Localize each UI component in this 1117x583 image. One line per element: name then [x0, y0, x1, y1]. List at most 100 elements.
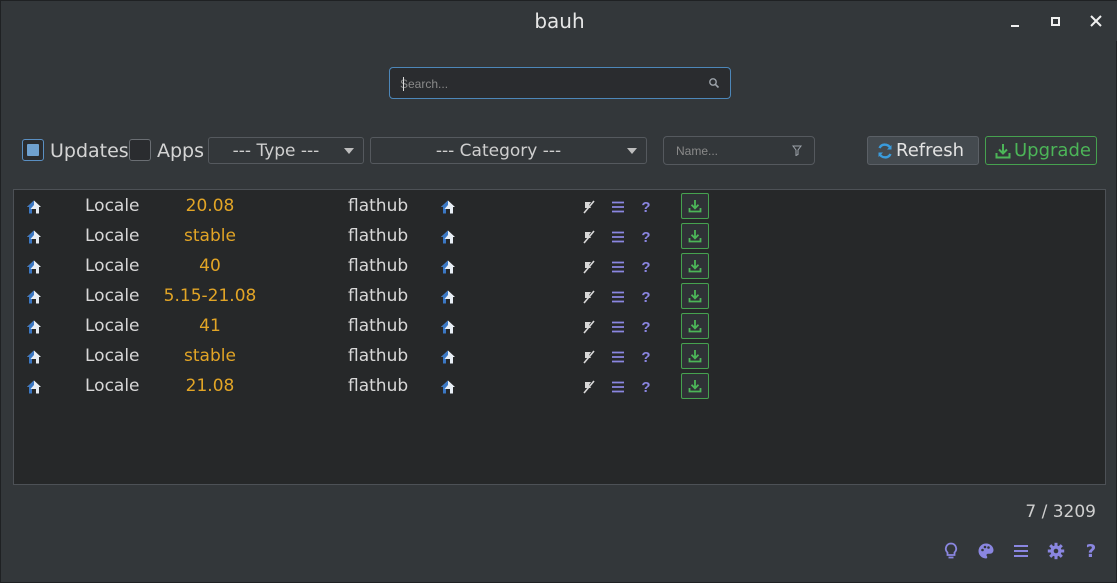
package-version[interactable]: stable: [154, 226, 266, 246]
refresh-icon: [878, 142, 892, 159]
package-version[interactable]: 40: [154, 256, 266, 276]
menu-icon: [612, 381, 624, 393]
name-filter-box[interactable]: [663, 136, 815, 165]
package-info-button[interactable]: [609, 348, 627, 366]
package-info-button[interactable]: [609, 378, 627, 396]
package-name: Locale: [85, 346, 140, 366]
category-select[interactable]: --- Category ---: [370, 137, 647, 164]
ignore-icon: [583, 380, 595, 394]
menu-icon: [1014, 545, 1028, 557]
package-repository: flathub: [348, 226, 409, 246]
flatpak-type-icon: [440, 379, 456, 400]
flatpak-app-icon: [26, 229, 42, 250]
packages-table: Locale 20.08 flathub? Locale stable flathub? L…: [13, 189, 1106, 485]
flatpak-type-icon: [440, 319, 456, 340]
lightbulb-icon: [945, 542, 957, 559]
updates-label[interactable]: Updates: [50, 140, 129, 162]
help-icon[interactable]: ?: [637, 378, 655, 396]
minimize-button[interactable]: [1007, 13, 1023, 29]
package-version[interactable]: 21.08: [154, 376, 266, 396]
type-select[interactable]: --- Type ---: [208, 137, 364, 164]
apps-checkbox[interactable]: [129, 139, 151, 161]
flatpak-type-icon: [440, 349, 456, 370]
flatpak-type-icon: [440, 199, 456, 220]
table-row[interactable]: Locale 41 flathub?: [14, 311, 1105, 341]
ignore-update-button[interactable]: [580, 318, 598, 336]
text-cursor: [403, 77, 404, 91]
search-icon[interactable]: [708, 77, 720, 89]
updates-checkbox[interactable]: [22, 139, 44, 161]
table-row[interactable]: Locale 40 flathub?: [14, 251, 1105, 281]
package-repository: flathub: [348, 286, 409, 306]
upgrade-package-button[interactable]: [681, 343, 709, 369]
package-name: Locale: [85, 226, 140, 246]
ignore-update-button[interactable]: [580, 348, 598, 366]
upgrade-package-button[interactable]: [681, 223, 709, 249]
ignore-icon: [583, 230, 595, 244]
package-version[interactable]: 41: [154, 316, 266, 336]
upgrade-label: Upgrade: [1014, 140, 1091, 161]
package-name: Locale: [85, 196, 140, 216]
flatpak-app-icon: [26, 259, 42, 280]
settings-button[interactable]: [1046, 541, 1066, 561]
table-row[interactable]: Locale stable flathub?: [14, 341, 1105, 371]
ignore-update-button[interactable]: [580, 228, 598, 246]
flatpak-type-icon: [440, 289, 456, 310]
package-name: Locale: [85, 376, 140, 396]
table-row[interactable]: Locale 21.08 flathub?: [14, 371, 1105, 401]
search-input[interactable]: [400, 74, 690, 94]
help-icon[interactable]: ?: [637, 198, 655, 216]
menu-button[interactable]: [1011, 541, 1031, 561]
upgrade-package-button[interactable]: [681, 253, 709, 279]
category-select-value: --- Category ---: [435, 140, 562, 161]
table-row[interactable]: Locale 20.08 flathub?: [14, 191, 1105, 221]
upgrade-button[interactable]: Upgrade: [985, 136, 1097, 165]
menu-icon: [612, 321, 624, 333]
refresh-label: Refresh: [896, 140, 964, 161]
close-button[interactable]: [1088, 13, 1104, 29]
ignore-update-button[interactable]: [580, 198, 598, 216]
help-icon[interactable]: ?: [637, 258, 655, 276]
maximize-button[interactable]: [1047, 13, 1063, 29]
ignore-update-button[interactable]: [580, 288, 598, 306]
tips-button[interactable]: [941, 541, 961, 561]
upgrade-package-button[interactable]: [681, 373, 709, 399]
table-row[interactable]: Locale stable flathub?: [14, 221, 1105, 251]
upgrade-package-button[interactable]: [681, 193, 709, 219]
download-icon: [688, 350, 702, 363]
themes-button[interactable]: [976, 541, 996, 561]
package-name: Locale: [85, 316, 140, 336]
upgrade-package-button[interactable]: [681, 283, 709, 309]
package-info-button[interactable]: [609, 198, 627, 216]
package-info-button[interactable]: [609, 288, 627, 306]
settings-icon: [1047, 542, 1065, 560]
chevron-down-icon: [344, 148, 354, 154]
ignore-update-button[interactable]: [580, 378, 598, 396]
ignore-update-button[interactable]: [580, 258, 598, 276]
menu-icon: [612, 261, 624, 273]
upgrade-package-button[interactable]: [681, 313, 709, 339]
package-info-button[interactable]: [609, 318, 627, 336]
ignore-icon: [583, 350, 595, 364]
help-icon[interactable]: ?: [637, 228, 655, 246]
flatpak-app-icon: [26, 199, 42, 220]
help-icon[interactable]: ?: [637, 318, 655, 336]
name-filter-input[interactable]: [676, 143, 786, 159]
help-button[interactable]: ?: [1081, 541, 1101, 562]
package-info-button[interactable]: [609, 228, 627, 246]
titlebar[interactable]: bauh: [1, 1, 1117, 41]
search-box[interactable]: [389, 67, 731, 99]
help-icon[interactable]: ?: [637, 288, 655, 306]
flatpak-app-icon: [26, 289, 42, 310]
help-icon[interactable]: ?: [637, 348, 655, 366]
package-version[interactable]: stable: [154, 346, 266, 366]
package-version[interactable]: 20.08: [154, 196, 266, 216]
flatpak-app-icon: [26, 319, 42, 340]
package-version[interactable]: 5.15-21.08: [154, 286, 266, 306]
package-info-button[interactable]: [609, 258, 627, 276]
table-row[interactable]: Locale 5.15-21.08 flathub?: [14, 281, 1105, 311]
menu-icon: [612, 291, 624, 303]
flatpak-type-icon: [440, 229, 456, 250]
refresh-button[interactable]: Refresh: [867, 136, 979, 165]
apps-label[interactable]: Apps: [157, 140, 204, 162]
